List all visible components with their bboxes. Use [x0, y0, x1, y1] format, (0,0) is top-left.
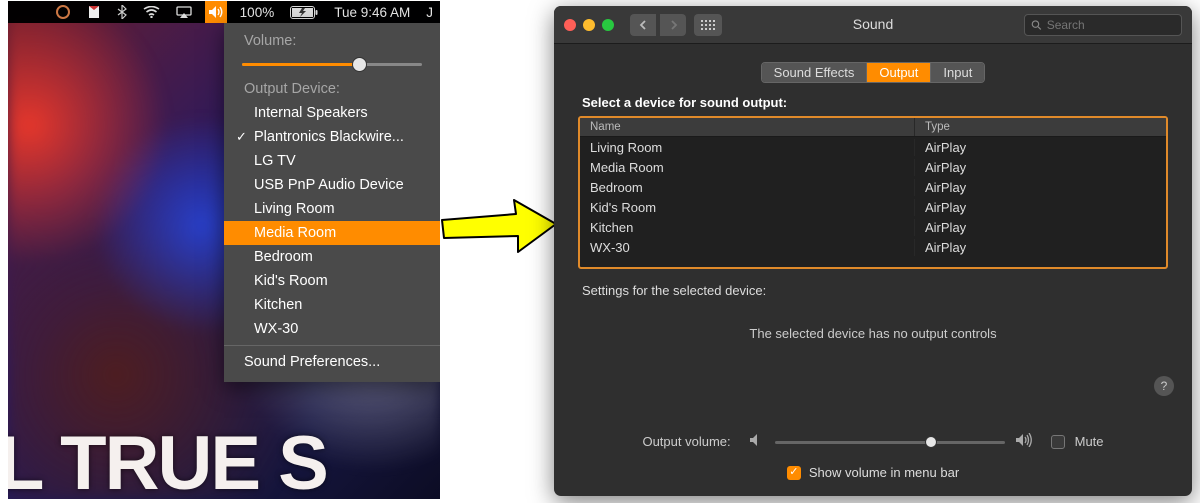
output-volume-slider[interactable]: [775, 434, 1005, 450]
device-table: Name Type Living RoomAirPlayMedia RoomAi…: [578, 116, 1168, 269]
mute-checkbox[interactable]: [1051, 435, 1065, 449]
battery-icon[interactable]: [287, 1, 321, 23]
volume-label: Volume:: [224, 31, 440, 53]
volume-icon[interactable]: [205, 1, 227, 23]
search-icon: [1031, 19, 1042, 31]
output-device-label: Output Device:: [224, 79, 440, 101]
tab-input[interactable]: Input: [931, 63, 984, 82]
output-volume-row: Output volume: Mute: [554, 433, 1192, 450]
sound-preferences-window: Sound Sound EffectsOutputInput Select a …: [554, 6, 1192, 496]
tab-bar: Sound EffectsOutputInput: [554, 62, 1192, 83]
output-device-item[interactable]: Internal Speakers: [224, 101, 440, 125]
menu-extra-icon[interactable]: [84, 1, 104, 23]
search-input[interactable]: [1047, 18, 1175, 32]
annotation-arrow: [438, 196, 558, 256]
table-row[interactable]: BedroomAirPlay: [580, 177, 1166, 197]
speaker-low-icon: [749, 433, 765, 450]
table-row[interactable]: Kid's RoomAirPlay: [580, 197, 1166, 217]
table-header: Name Type: [580, 118, 1166, 137]
device-name-cell: Kid's Room: [580, 199, 915, 216]
device-type-cell: AirPlay: [915, 159, 1166, 176]
wifi-icon[interactable]: [140, 1, 163, 23]
device-type-cell: AirPlay: [915, 139, 1166, 156]
table-row[interactable]: WX-30AirPlay: [580, 237, 1166, 257]
column-type[interactable]: Type: [915, 118, 1166, 136]
menu-bar: 100% Tue 9:46 AM J: [8, 1, 440, 23]
creative-cloud-icon[interactable]: [52, 1, 74, 23]
table-row[interactable]: Living RoomAirPlay: [580, 137, 1166, 157]
select-device-label: Select a device for sound output:: [554, 95, 1192, 116]
help-button[interactable]: ?: [1154, 376, 1174, 396]
clock[interactable]: Tue 9:46 AM: [331, 1, 413, 23]
speaker-high-icon: [1015, 433, 1035, 450]
show-volume-checkbox[interactable]: ✓: [787, 466, 801, 480]
output-device-item[interactable]: Plantronics Blackwire...: [224, 125, 440, 149]
output-device-item[interactable]: USB PnP Audio Device: [224, 173, 440, 197]
output-volume-label: Output volume:: [642, 434, 730, 449]
table-row[interactable]: Media RoomAirPlay: [580, 157, 1166, 177]
output-device-item[interactable]: Media Room: [224, 221, 440, 245]
minimize-window-button[interactable]: [583, 19, 595, 31]
desktop-screenshot: L TRUE S 100% Tue 9:46 AM J Volume:: [8, 1, 440, 499]
device-name-cell: Kitchen: [580, 219, 915, 236]
output-device-item[interactable]: Bedroom: [224, 245, 440, 269]
search-field[interactable]: [1024, 14, 1182, 36]
output-device-item[interactable]: LG TV: [224, 149, 440, 173]
column-name[interactable]: Name: [580, 118, 915, 136]
volume-slider[interactable]: [242, 57, 422, 71]
zoom-window-button[interactable]: [602, 19, 614, 31]
close-window-button[interactable]: [564, 19, 576, 31]
output-device-item[interactable]: Kid's Room: [224, 269, 440, 293]
show-all-button[interactable]: [694, 14, 722, 36]
title-bar: Sound: [554, 6, 1192, 44]
wallpaper-big-text: L TRUE S: [8, 420, 327, 499]
mute-label: Mute: [1075, 434, 1104, 449]
device-type-cell: AirPlay: [915, 199, 1166, 216]
settings-label: Settings for the selected device:: [554, 269, 1192, 304]
show-volume-label: Show volume in menu bar: [809, 465, 959, 480]
user-menu-fragment[interactable]: J: [423, 1, 436, 23]
device-name-cell: Bedroom: [580, 179, 915, 196]
no-controls-message: The selected device has no output contro…: [554, 304, 1192, 363]
device-name-cell: Living Room: [580, 139, 915, 156]
back-button[interactable]: [630, 14, 656, 36]
device-type-cell: AirPlay: [915, 179, 1166, 196]
output-device-item[interactable]: Living Room: [224, 197, 440, 221]
output-device-list: Internal SpeakersPlantronics Blackwire..…: [224, 101, 440, 346]
device-name-cell: WX-30: [580, 239, 915, 256]
sound-preferences-item[interactable]: Sound Preferences...: [224, 350, 440, 374]
output-device-item[interactable]: WX-30: [224, 317, 440, 346]
forward-button[interactable]: [660, 14, 686, 36]
device-type-cell: AirPlay: [915, 219, 1166, 236]
tab-sound-effects[interactable]: Sound Effects: [762, 63, 868, 82]
table-body: Living RoomAirPlayMedia RoomAirPlayBedro…: [580, 137, 1166, 257]
tab-output[interactable]: Output: [867, 63, 931, 82]
output-device-item[interactable]: Kitchen: [224, 293, 440, 317]
bluetooth-icon[interactable]: [114, 1, 130, 23]
device-name-cell: Media Room: [580, 159, 915, 176]
show-volume-row: ✓ Show volume in menu bar: [554, 465, 1192, 480]
device-type-cell: AirPlay: [915, 239, 1166, 256]
volume-dropdown: Volume: Output Device: Internal Speakers…: [224, 23, 440, 382]
airplay-icon[interactable]: [173, 1, 195, 23]
table-row[interactable]: KitchenAirPlay: [580, 217, 1166, 237]
battery-percent[interactable]: 100%: [237, 1, 278, 23]
